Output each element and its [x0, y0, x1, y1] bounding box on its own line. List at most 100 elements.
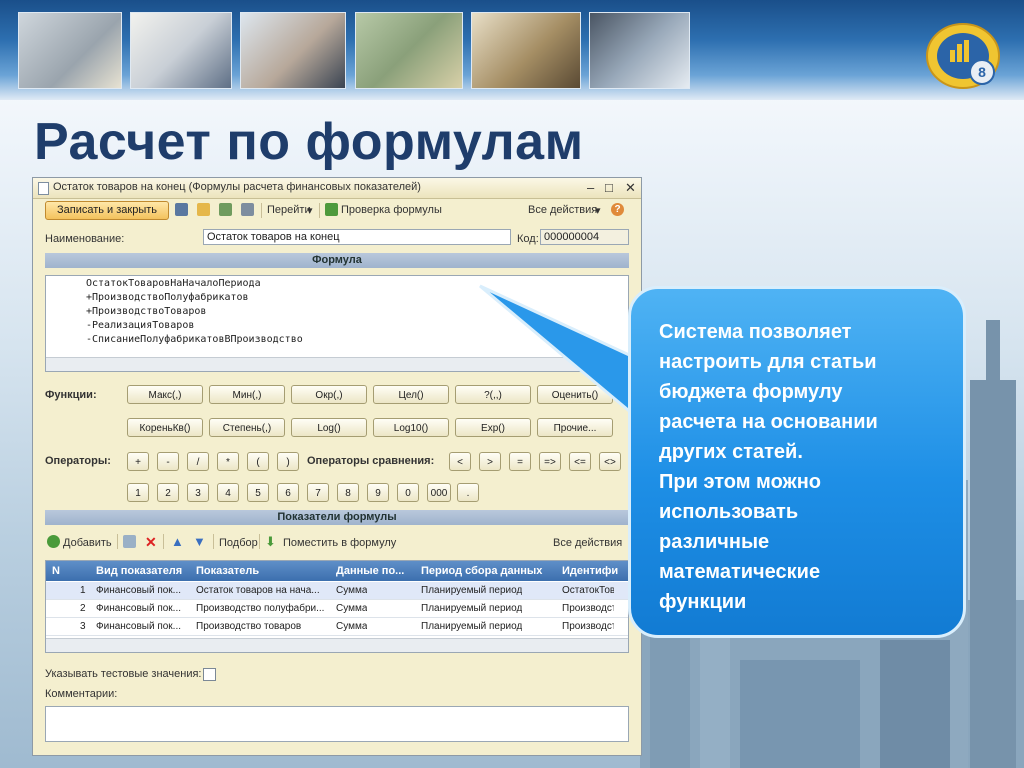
check-formula-button[interactable]: Проверка формулы — [341, 204, 442, 216]
column-header-data[interactable]: Данные по... — [336, 565, 404, 577]
functions-label: Функции: — [45, 389, 97, 401]
test-values-label: Указывать тестовые значения: — [45, 668, 202, 680]
cell-indicator: Производство товаров — [196, 621, 302, 632]
cell-type: Финансовый пок... — [96, 621, 182, 632]
toolbar-separator — [163, 534, 164, 549]
cell-period: Планируемый период — [421, 603, 523, 614]
operator-divide-button[interactable]: / — [187, 452, 209, 471]
function-button-int[interactable]: Цел() — [373, 385, 449, 404]
function-button-exp[interactable]: Exp() — [455, 418, 531, 437]
table-row[interactable]: 3 Финансовый пок... Производство товаров… — [46, 618, 628, 636]
save-and-close-button[interactable]: Записать и закрыть — [45, 201, 169, 220]
digit-4-button[interactable]: 4 — [217, 483, 239, 502]
check-formula-icon[interactable] — [325, 203, 338, 216]
banner-photo-5 — [471, 12, 581, 89]
cell-period: Планируемый период — [421, 621, 523, 632]
cell-data: Сумма — [336, 603, 368, 614]
formula-line: +ПроизводствоТоваров — [86, 306, 207, 317]
digit-0-button[interactable]: 0 — [397, 483, 419, 502]
structure-icon[interactable] — [219, 203, 232, 216]
comments-textarea[interactable] — [45, 706, 629, 742]
cell-n: 3 — [80, 621, 86, 632]
function-button-max[interactable]: Макс(,) — [127, 385, 203, 404]
column-header-period[interactable]: Период сбора данных — [421, 565, 542, 577]
callout-line: расчета на основании — [659, 411, 878, 433]
goto-menu[interactable]: Перейти — [267, 204, 311, 216]
digit-6-button[interactable]: 6 — [277, 483, 299, 502]
print-icon[interactable] — [241, 203, 254, 216]
put-into-formula-icon[interactable]: ⬇ — [265, 534, 276, 550]
compare-greater-equal-button[interactable]: => — [539, 452, 561, 471]
test-values-checkbox[interactable] — [203, 668, 216, 681]
move-up-icon[interactable]: ▲ — [171, 534, 184, 549]
function-button-other[interactable]: Прочие... — [537, 418, 613, 437]
callout-line: математические — [659, 561, 821, 583]
function-button-round[interactable]: Окр(,) — [291, 385, 367, 404]
folder-icon[interactable] — [197, 203, 210, 216]
help-icon[interactable]: ? — [611, 203, 624, 216]
select-button[interactable]: Подбор — [219, 537, 258, 549]
add-button[interactable]: Добавить — [63, 537, 112, 549]
formula-line: ОстатокТоваровНаНачалоПериода — [86, 278, 261, 289]
digit-9-button[interactable]: 9 — [367, 483, 389, 502]
compare-less-button[interactable]: < — [449, 452, 471, 471]
operator-multiply-button[interactable]: * — [217, 452, 239, 471]
operator-close-paren-button[interactable]: ) — [277, 452, 299, 471]
toolbar-separator — [213, 534, 214, 549]
column-header-n[interactable]: N — [52, 565, 60, 577]
column-header-indicator[interactable]: Показатель — [196, 565, 259, 577]
digit-000-button[interactable]: 000 — [427, 483, 451, 502]
compare-greater-button[interactable]: > — [479, 452, 501, 471]
function-button-log[interactable]: Log() — [291, 418, 367, 437]
code-input[interactable]: 000000004 — [540, 229, 629, 245]
minimize-button[interactable]: – — [587, 180, 594, 195]
compare-equal-button[interactable]: = — [509, 452, 531, 471]
put-into-formula-button[interactable]: Поместить в формулу — [283, 537, 396, 549]
digit-1-button[interactable]: 1 — [127, 483, 149, 502]
compare-not-equal-button[interactable]: <> — [599, 452, 621, 471]
name-input[interactable]: Остаток товаров на конец — [203, 229, 511, 245]
function-button-log10[interactable]: Log10() — [373, 418, 449, 437]
callout-line: бюджета формулу — [659, 381, 843, 403]
operator-plus-button[interactable]: + — [127, 452, 149, 471]
digit-8-button[interactable]: 8 — [337, 483, 359, 502]
compare-less-equal-button[interactable]: <= — [569, 452, 591, 471]
function-button-sqrt[interactable]: КореньКв() — [127, 418, 203, 437]
close-button[interactable]: ✕ — [625, 180, 636, 196]
function-button-power[interactable]: Степень(,) — [209, 418, 285, 437]
operator-open-paren-button[interactable]: ( — [247, 452, 269, 471]
all-actions-menu[interactable]: Все действия — [528, 204, 597, 216]
operator-minus-button[interactable]: - — [157, 452, 179, 471]
formula-editor[interactable]: ОстатокТоваровНаНачалоПериода +Производс… — [45, 275, 629, 372]
table-row[interactable]: 2 Финансовый пок... Производство полуфаб… — [46, 600, 628, 618]
digit-5-button[interactable]: 5 — [247, 483, 269, 502]
indicators-all-actions-menu[interactable]: Все действия — [553, 537, 622, 549]
move-down-icon[interactable]: ▼ — [193, 534, 206, 549]
column-header-type[interactable]: Вид показателя — [96, 565, 182, 577]
decimal-point-button[interactable]: . — [457, 483, 479, 502]
top-banner: 8 — [0, 0, 1024, 100]
goto-dropdown-icon[interactable]: ▾ — [307, 204, 313, 217]
delete-icon[interactable]: ✕ — [145, 534, 157, 551]
all-actions-dropdown-icon[interactable]: ▾ — [595, 204, 601, 217]
save-icon[interactable] — [175, 203, 188, 216]
formula-line: +ПроизводствоПолуфабрикатов — [86, 292, 249, 303]
add-icon[interactable] — [47, 535, 60, 548]
maximize-button[interactable]: □ — [605, 180, 613, 195]
cell-period: Планируемый период — [421, 585, 523, 596]
callout-line: настроить для статьи — [659, 351, 877, 373]
function-button-evaluate[interactable]: Оценить() — [537, 385, 613, 404]
formula-line: -РеализацияТоваров — [86, 320, 195, 331]
function-button-min[interactable]: Мин(,) — [209, 385, 285, 404]
copy-icon[interactable] — [123, 535, 136, 548]
digit-3-button[interactable]: 3 — [187, 483, 209, 502]
digit-7-button[interactable]: 7 — [307, 483, 329, 502]
table-header: N Вид показателя Показатель Данные по...… — [46, 561, 628, 581]
function-button-if[interactable]: ?(,,) — [455, 385, 531, 404]
cell-identifier: ОстатокТов — [562, 585, 614, 596]
column-header-identifier[interactable]: Идентифи — [562, 565, 618, 577]
table-row[interactable]: 1 Финансовый пок... Остаток товаров на н… — [46, 582, 628, 600]
formula-horizontal-scrollbar[interactable] — [46, 357, 628, 371]
digit-2-button[interactable]: 2 — [157, 483, 179, 502]
table-horizontal-scrollbar[interactable] — [46, 638, 628, 652]
